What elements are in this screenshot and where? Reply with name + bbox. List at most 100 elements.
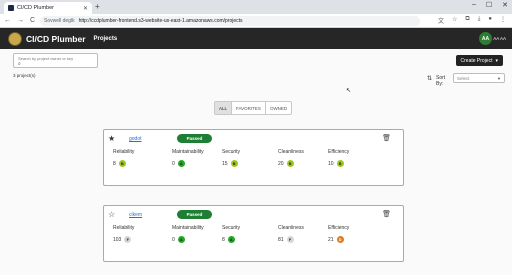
browser-tab[interactable]: CI/CD Plumber ✕ — [4, 2, 92, 14]
browser-tab-bar: CI/CD Plumber ✕ + – ☐ ✕ — [0, 0, 512, 14]
maximize-button[interactable]: ☐ — [486, 1, 492, 9]
delete-icon[interactable]: 🗑 — [382, 134, 391, 142]
grade-badge: A — [177, 160, 185, 167]
metric-label: Security — [222, 225, 241, 231]
grade-badge: A — [227, 236, 235, 243]
grade-badge: B — [230, 160, 238, 167]
project-name-link[interactable]: cikem — [129, 212, 142, 218]
sort-label: Sort By: — [436, 75, 446, 87]
metric-cleanliness: Cleanliness 81 F — [278, 225, 328, 243]
browser-toolbar-icons: 文 ☆ ⧉ ⤓ ● ⋮ — [438, 16, 506, 25]
metric-label: Reliability — [113, 149, 135, 155]
metric-label: Cleanliness — [278, 149, 304, 155]
security-indicator[interactable]: Sovwell deglk — [44, 18, 75, 24]
create-project-label: Create Project — [460, 57, 493, 64]
filter-favorites[interactable]: FAVORITES — [232, 102, 266, 114]
search-icon: ⌕ — [18, 61, 21, 67]
metric-reliability: Reliability 103 F — [113, 225, 163, 243]
bookmark-star-icon[interactable]: ☆ — [452, 16, 457, 25]
delete-icon[interactable]: 🗑 — [382, 210, 391, 218]
metric-maintainability: Maintainability 0A — [172, 149, 222, 167]
chevron-down-icon: ▾ — [495, 57, 498, 64]
grade-badge: A — [177, 236, 185, 243]
metric-value: 21 — [328, 236, 334, 243]
tab-title: CI/CD Plumber — [17, 5, 54, 11]
url-input[interactable]: Sovwell deglk http://ccdplumber-frontend… — [40, 16, 420, 26]
metric-efficiency: Efficiency 10 B — [328, 149, 378, 167]
forward-button[interactable]: → — [17, 17, 24, 24]
metric-efficiency: Efficiency 21 D — [328, 225, 378, 243]
metric-value: 8 — [113, 160, 116, 167]
sort-icon: ⇅ — [427, 76, 433, 82]
filter-all[interactable]: ALL — [215, 102, 233, 114]
sort-select[interactable]: Select ▼ — [453, 73, 505, 83]
metric-value: 20 — [278, 160, 284, 167]
close-window-button[interactable]: ✕ — [502, 1, 508, 9]
metric-security: Security 8A — [222, 225, 272, 243]
create-project-button[interactable]: Create Project ▾ — [455, 55, 503, 66]
mouse-cursor-icon: ↖ — [346, 88, 352, 94]
project-name-link[interactable]: godot — [129, 136, 142, 142]
status-badge: Passed — [177, 210, 212, 219]
metric-reliability: Reliability 8B — [113, 149, 163, 167]
search-placeholder: Search by project owner or key — [18, 56, 74, 61]
grade-badge: F — [286, 236, 294, 243]
url-text: http://ccdplumber-frontend.s3-website-us… — [78, 18, 243, 24]
filter-toggle-group: ALL FAVORITES OWNED — [214, 101, 293, 115]
nav-projects-link[interactable]: Projects — [94, 36, 118, 42]
metric-value: 15 — [222, 160, 228, 167]
metric-value: 103 — [113, 236, 122, 243]
status-badge: Passed — [177, 134, 212, 143]
download-icon[interactable]: ⤓ — [478, 16, 481, 25]
project-card: ★ godot Passed 🗑 Reliability 8B Maintain… — [103, 129, 404, 186]
reload-button[interactable]: C — [30, 17, 35, 24]
grade-badge: F — [124, 236, 132, 243]
metric-value: 8 — [222, 236, 225, 243]
extensions-icon[interactable]: ⧉ — [465, 16, 469, 25]
translate-icon[interactable]: 文 — [438, 16, 444, 25]
favorite-star-outline-icon[interactable]: ☆ — [108, 210, 115, 219]
favorite-star-icon[interactable]: ★ — [108, 134, 115, 143]
address-bar-row: ← → C Sovwell deglk http://ccdplumber-fr… — [0, 14, 512, 28]
app-logo-icon — [8, 31, 22, 46]
app-header: CI/CD Plumber Projects AA AA AA — [0, 28, 512, 49]
tab-close-icon[interactable]: ✕ — [83, 5, 88, 12]
avatar[interactable]: AA — [479, 32, 492, 45]
minimize-button[interactable]: – — [472, 1, 476, 9]
window-controls: – ☐ ✕ — [472, 1, 508, 9]
username[interactable]: AA AA — [493, 36, 506, 41]
menu-icon[interactable]: ⋮ — [500, 16, 506, 25]
metric-label: Efficiency — [328, 149, 350, 155]
metric-label: Cleanliness — [278, 225, 304, 231]
profile-icon[interactable]: ● — [488, 16, 492, 25]
grade-badge: B — [286, 160, 294, 167]
metric-label: Reliability — [113, 225, 135, 231]
metric-value: 10 — [328, 160, 334, 167]
grade-badge: B — [118, 160, 126, 167]
projects-page: Search by project owner or key ⌕ 3 proje… — [0, 49, 512, 275]
brand-title[interactable]: CI/CD Plumber — [26, 34, 86, 44]
metric-label: Efficiency — [328, 225, 350, 231]
metric-cleanliness: Cleanliness 20 B — [278, 149, 328, 167]
metric-security: Security 15 B — [222, 149, 272, 167]
favicon-icon — [8, 5, 14, 11]
metric-label: Maintainability — [172, 225, 204, 231]
grade-badge: D — [336, 236, 344, 243]
new-tab-button[interactable]: + — [95, 2, 100, 11]
metric-value: 0 — [172, 160, 175, 167]
search-input[interactable]: Search by project owner or key ⌕ — [13, 53, 98, 68]
metric-maintainability: Maintainability 0A — [172, 225, 222, 243]
project-card: ☆ cikem Passed 🗑 Reliability 103 F Mainta… — [103, 205, 404, 262]
filter-owned[interactable]: OWNED — [266, 102, 291, 114]
metric-label: Maintainability — [172, 149, 204, 155]
back-button[interactable]: ← — [4, 17, 11, 24]
chevron-down-icon: ▼ — [497, 76, 501, 81]
sort-control: ⇅ Sort By: — [427, 75, 450, 87]
sort-select-value: Select — [457, 75, 470, 81]
metric-value: 0 — [172, 236, 175, 243]
metrics-row: Reliability 8B Maintainability 0A Securi… — [113, 149, 395, 179]
project-count: 3 project(s) — [13, 73, 36, 78]
metric-label: Security — [222, 149, 241, 155]
metrics-row: Reliability 103 F Maintainability 0A Secu… — [113, 225, 395, 255]
metric-value: 81 — [278, 236, 284, 243]
